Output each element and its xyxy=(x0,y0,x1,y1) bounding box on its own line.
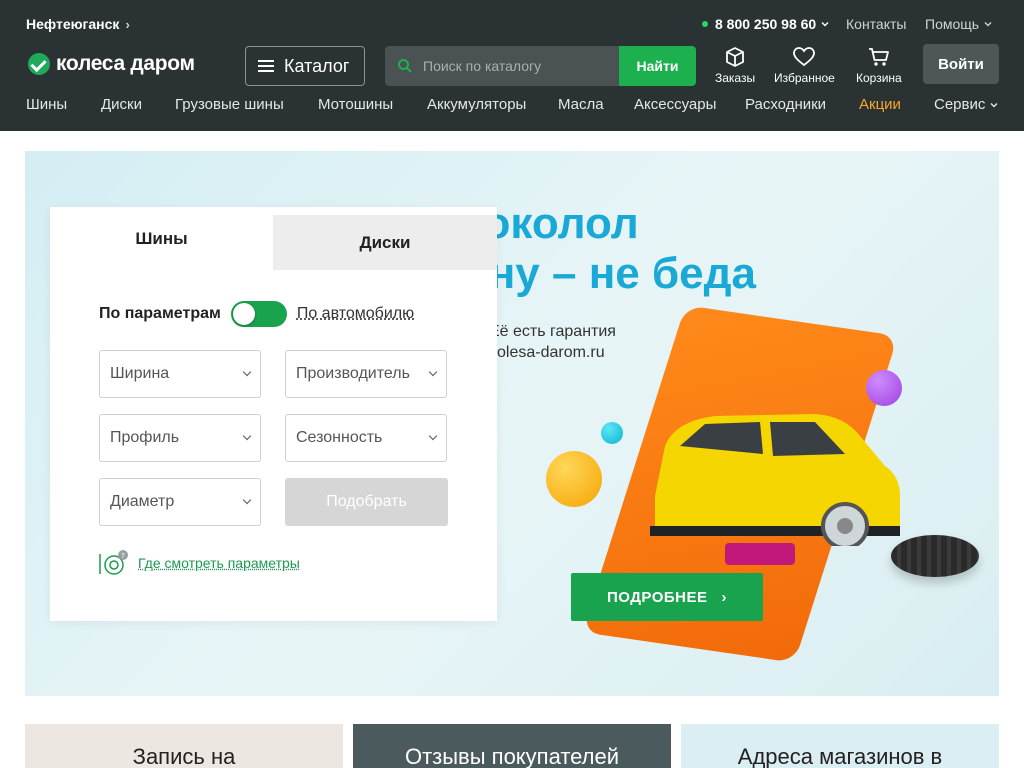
site-header: Нефтеюганск › 8 800 250 98 60 Контакты П… xyxy=(0,0,1024,131)
logo[interactable]: колеса даром xyxy=(28,52,195,76)
chevron-down-icon xyxy=(243,432,251,440)
card-service-booking[interactable]: Запись на xyxy=(25,724,343,768)
chevron-down-icon xyxy=(243,496,251,504)
width-select[interactable]: Ширина xyxy=(99,350,261,398)
profile-select-label: Профиль xyxy=(110,429,179,447)
manufacturer-select-label: Производитель xyxy=(296,365,410,383)
by-params-label: По параметрам xyxy=(99,305,221,323)
car-jack-illustration xyxy=(725,543,795,565)
main-nav: Шины Диски Грузовые шины Мотошины Аккуму… xyxy=(0,96,1024,118)
banner-subtitle: Её есть гарантия kolesa-darom.ru xyxy=(489,321,616,363)
city-selector[interactable]: Нефтеюганск › xyxy=(26,16,130,32)
yellow-car-illustration xyxy=(645,376,905,546)
diameter-select-label: Диаметр xyxy=(110,493,174,511)
search-field xyxy=(385,46,619,86)
more-button[interactable]: ПОДРОБНЕЕ › xyxy=(571,573,763,621)
logo-text: колеса даром xyxy=(56,52,195,76)
by-car-link[interactable]: По автомобилю xyxy=(297,305,414,323)
cart-label: Корзина xyxy=(856,71,902,85)
phone-number[interactable]: 8 800 250 98 60 xyxy=(702,16,830,32)
nav-item-oils[interactable]: Масла xyxy=(558,96,604,113)
where-params-link[interactable]: ? Где смотреть параметры xyxy=(98,550,300,576)
card-store-addresses[interactable]: Адреса магазинов в xyxy=(681,724,999,768)
orders-button[interactable]: Заказы xyxy=(715,46,755,85)
diameter-select[interactable]: Диаметр xyxy=(99,478,261,526)
search-input[interactable] xyxy=(423,58,603,74)
pick-button[interactable]: Подобрать xyxy=(285,478,448,526)
more-button-label: ПОДРОБНЕЕ xyxy=(607,589,708,606)
help-label: Помощь xyxy=(925,16,979,32)
favorites-label: Избранное xyxy=(774,71,835,85)
favorites-button[interactable]: Избранное xyxy=(774,46,835,85)
search-bar: Найти xyxy=(385,46,696,86)
chevron-down-icon xyxy=(243,368,251,376)
phone-label: 8 800 250 98 60 xyxy=(715,16,816,32)
width-select-label: Ширина xyxy=(110,365,169,383)
login-button[interactable]: Войти xyxy=(923,44,999,84)
orders-label: Заказы xyxy=(715,71,755,85)
city-label: Нефтеюганск xyxy=(26,16,119,32)
toggle-knob xyxy=(233,303,255,325)
chevron-down-icon xyxy=(983,19,993,29)
contacts-link[interactable]: Контакты xyxy=(846,16,906,32)
nav-item-batteries[interactable]: Аккумуляторы xyxy=(427,96,526,113)
checkmark-logo-icon xyxy=(28,53,50,75)
nav-item-service[interactable]: Сервис xyxy=(934,96,999,113)
nav-item-consumables[interactable]: Расходники xyxy=(745,96,826,113)
chevron-down-icon xyxy=(989,100,999,110)
season-select-label: Сезонность xyxy=(296,429,382,447)
nav-item-truck-tires[interactable]: Грузовые шины xyxy=(175,96,284,113)
nav-item-moto-tires[interactable]: Мотошины xyxy=(318,96,393,113)
tire-selector-panel: Шины Диски По параметрам По автомобилю Ш… xyxy=(50,207,497,621)
nav-item-tires[interactable]: Шины xyxy=(26,96,67,113)
chevron-down-icon xyxy=(429,368,437,376)
tab-tires[interactable]: Шины xyxy=(50,207,273,270)
online-status-dot xyxy=(702,21,708,27)
cyan-ball xyxy=(601,422,623,444)
catalog-label: Каталог xyxy=(284,56,349,77)
spare-tire-illustration xyxy=(891,535,979,577)
manufacturer-select[interactable]: Производитель xyxy=(285,350,447,398)
search-mode-toggle-row: По параметрам По автомобилю xyxy=(99,301,414,327)
card-customer-reviews[interactable]: Отзывы покупателей xyxy=(353,724,671,768)
chevron-down-icon xyxy=(429,432,437,440)
catalog-button[interactable]: Каталог xyxy=(245,46,365,86)
season-select[interactable]: Сезонность xyxy=(285,414,447,462)
where-params-label: Где смотреть параметры xyxy=(138,555,300,571)
search-mode-toggle[interactable] xyxy=(231,301,287,327)
chevron-down-icon xyxy=(820,19,830,29)
top-bar: Нефтеюганск › 8 800 250 98 60 Контакты П… xyxy=(0,0,1024,48)
cart-button[interactable]: Корзина xyxy=(856,46,902,85)
banner-subtitle-line1: Её есть гарантия xyxy=(489,321,616,342)
box-icon xyxy=(724,46,746,68)
chevron-right-icon: › xyxy=(722,589,728,606)
nav-item-disks[interactable]: Диски xyxy=(101,96,142,113)
svg-text:?: ? xyxy=(121,552,125,560)
chevron-right-icon: › xyxy=(125,17,129,32)
cart-icon xyxy=(867,46,891,68)
help-menu[interactable]: Помощь xyxy=(925,16,993,32)
tab-disks[interactable]: Диски xyxy=(273,215,497,270)
yellow-ball xyxy=(546,451,602,507)
search-button[interactable]: Найти xyxy=(619,46,696,86)
hamburger-icon xyxy=(258,60,274,72)
profile-select[interactable]: Профиль xyxy=(99,414,261,462)
nav-item-accessories[interactable]: Аксессуары xyxy=(634,96,716,113)
nav-item-promotions[interactable]: Акции xyxy=(859,96,901,113)
search-icon xyxy=(397,58,413,74)
tire-info-icon: ? xyxy=(98,550,128,576)
banner-subtitle-line2: kolesa-darom.ru xyxy=(489,342,616,363)
heart-icon xyxy=(792,46,816,68)
service-label: Сервис xyxy=(934,96,985,113)
